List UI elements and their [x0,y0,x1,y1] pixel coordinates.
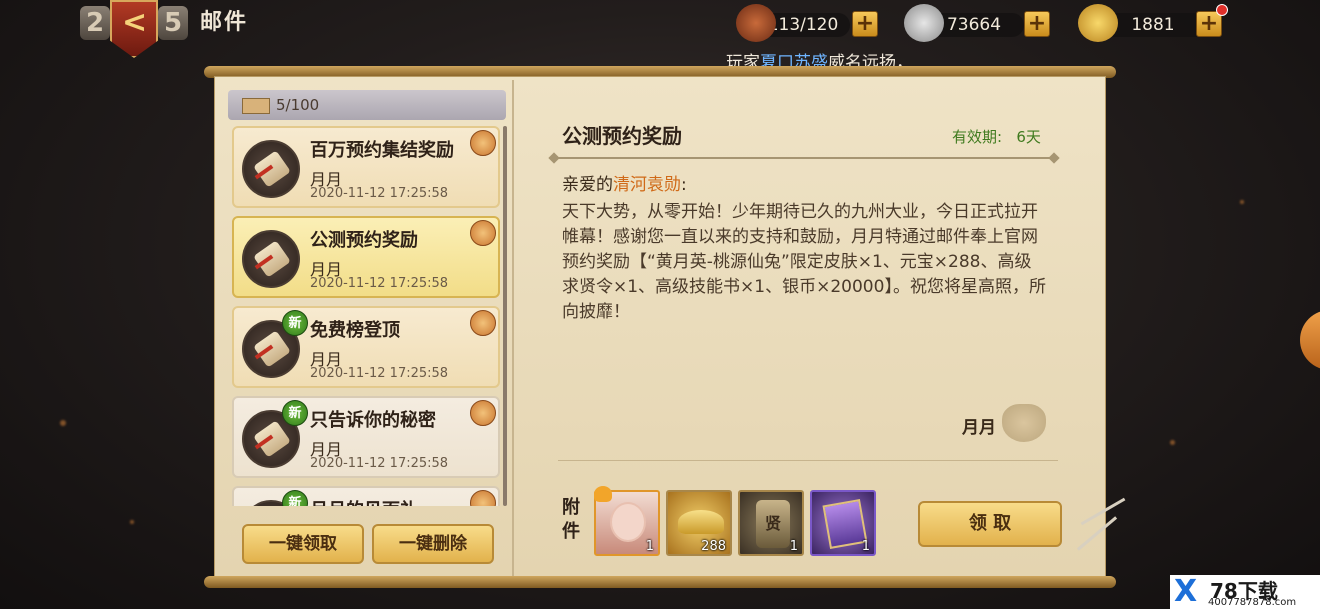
new-badge: 新 [282,310,308,336]
new-badge: 新 [282,490,308,506]
mail-item-date: 2020-11-12 17:25:58 [310,366,449,381]
recipient-name: 清河袁勋 [613,175,681,195]
attachment-skill-book[interactable]: 1 [810,490,876,556]
attachment-hero-skin[interactable]: 1 [594,486,660,556]
mail-expiry: 有效期: 6天 [952,128,1041,146]
attachment-count: 1 [789,539,798,554]
mail-item-title: 月月的见面礼 [310,496,418,506]
mail-item-title: 免费榜登顶 [310,320,400,341]
mail-item-title: 公测预约奖励 [310,230,418,251]
watermark-logo: X 78下载 4007787878.com [1170,575,1320,609]
mail-item[interactable]: 新 只告诉你的秘密 月月 2020-11-12 17:25:58 [232,396,500,478]
scroll-icon [242,140,300,198]
attachment-count: 1 [861,539,870,554]
resource-stamina: 113/120 + [736,4,878,42]
gift-bag-icon [470,310,496,336]
gift-bag-icon [470,220,496,246]
envelope-icon [242,98,270,114]
mail-signature: 月月 [962,418,996,438]
ember-decoration [130,520,134,524]
ember-decoration [1170,440,1175,445]
arrows-decoration [1072,490,1132,551]
mail-item[interactable]: 新 月月的见面礼 [232,486,500,506]
add-silver-button[interactable]: + [1024,11,1050,37]
ember-decoration [1240,200,1244,204]
mail-item-date: 2020-11-12 17:25:58 [310,186,449,201]
scroll-rod-bottom [204,576,1116,588]
attachment-ingot[interactable]: 288 [666,490,732,556]
resource-ingot: 1881 + [1078,4,1228,42]
claim-all-button[interactable]: 一键领取 [242,524,364,564]
mail-item-date: 2020-11-12 17:25:58 [310,456,449,471]
notification-dot [1216,4,1228,16]
gift-bag-icon [470,490,496,506]
mail-items[interactable]: 百万预约集结奖励 月月 2020-11-12 17:25:58 公测预约奖励 月… [228,126,500,506]
mail-item-title: 百万预约集结奖励 [310,140,454,161]
hero-portrait-icon [610,502,646,542]
attachments-label: 附件 [562,497,580,542]
recruit-token-icon: 贤 [756,500,790,548]
add-stamina-button[interactable]: + [852,11,878,37]
back-arrow-icon: < [122,5,148,40]
mail-list: 5/100 百万预约集结奖励 月月 2020-11-12 17:25:58 公测… [228,90,510,570]
gold-ingot-icon [678,510,724,534]
mail-detail: 公测预约奖励 有效期: 6天 亲爱的清河袁勋: 天下大势，从零开始！少年期待已久… [514,80,1104,576]
attachment-recruit-token[interactable]: 贤 1 [738,490,804,556]
silver-coin-icon [904,4,944,42]
gold-ingot-icon [1078,4,1118,42]
gift-bag-icon [470,130,496,156]
watermark-url: 4007787878.com [1208,597,1297,608]
mail-item-selected[interactable]: 公测预约奖励 月月 2020-11-12 17:25:58 [232,216,500,298]
gift-bag-icon [594,486,612,502]
mail-greeting: 亲爱的清河袁勋: [562,175,687,195]
mail-count: 5/100 [276,96,320,114]
mail-item-title: 只告诉你的秘密 [310,410,436,431]
mail-item[interactable]: 新 免费榜登顶 月月 2020-11-12 17:25:58 [232,306,500,388]
attachment-count: 288 [701,539,726,554]
page-title: 邮件 [200,10,249,35]
claim-button[interactable]: 领 取 [918,501,1062,547]
delete-all-button[interactable]: 一键删除 [372,524,494,564]
mail-item-date: 2020-11-12 17:25:58 [310,276,449,291]
meat-icon [736,4,776,42]
new-badge: 新 [282,400,308,426]
rabbit-seal-icon [1002,404,1046,442]
resource-silver: 73664 + [904,4,1052,42]
mail-body: 天下大势，从零开始！少年期待已久的九州大业，今日正式拉开帷幕！感谢您一直以来的支… [562,202,1046,322]
attachment-count: 1 [645,539,654,554]
mail-title: 公测预约奖励 [562,124,682,148]
back-button[interactable]: 2 < 5 [80,0,190,60]
attachment-divider [558,460,1058,461]
watermark-x-icon: X [1174,574,1198,609]
mail-count-bar: 5/100 [228,90,506,120]
gift-bag-icon [470,400,496,426]
ember-decoration [60,420,66,426]
side-expand-tab[interactable] [1300,310,1320,370]
dragon-ornament-right: 5 [158,6,188,40]
title-divider [554,157,1054,159]
mail-item[interactable]: 百万预约集结奖励 月月 2020-11-12 17:25:58 [232,126,500,208]
scroll-icon [242,230,300,288]
mail-list-scrollbar[interactable] [503,126,507,506]
dragon-ornament-left: 2 [80,6,110,40]
